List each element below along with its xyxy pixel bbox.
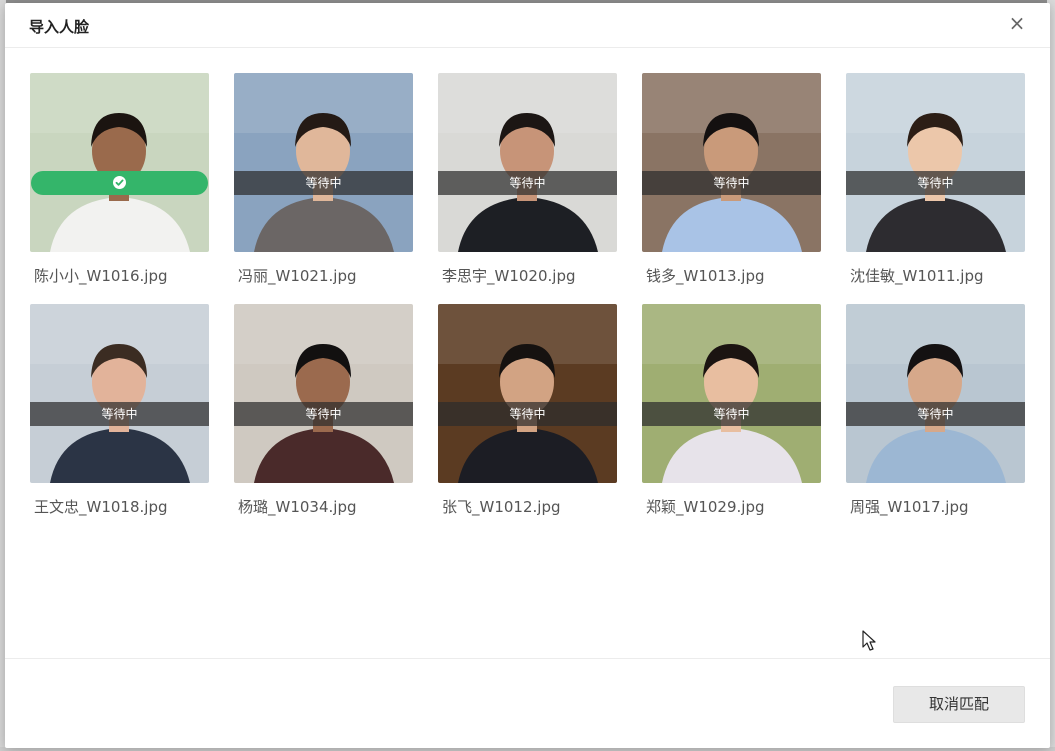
photo-card[interactable]: 等待中周强_W1017.jpg — [846, 304, 1025, 519]
face-photo — [438, 304, 617, 483]
face-photo — [438, 73, 617, 252]
face-photo — [642, 304, 821, 483]
photo-filename: 李思宇_W1020.jpg — [442, 267, 576, 285]
photo-card[interactable]: 等待中钱多_W1013.jpg — [642, 73, 821, 288]
face-photo — [30, 304, 209, 483]
dialog-title: 导入人脸 — [29, 18, 90, 36]
status-badge: 等待中 — [234, 402, 413, 426]
status-badge: 等待中 — [846, 171, 1025, 195]
photo-card[interactable]: 等待中杨璐_W1034.jpg — [234, 304, 413, 519]
photo-card[interactable]: 等待中张飞_W1012.jpg — [438, 304, 617, 519]
status-badge: 等待中 — [642, 402, 821, 426]
photo-filename: 王文忠_W1018.jpg — [34, 498, 168, 516]
photo-filename: 张飞_W1012.jpg — [442, 498, 561, 516]
face-photo — [30, 73, 209, 252]
face-photo — [642, 73, 821, 252]
photo-card[interactable]: 陈小小_W1016.jpg — [30, 73, 209, 288]
import-faces-dialog: 导入人脸 × 陈小小_W1016.jpg 等待中 冯丽_W1021.jpg 等待中 李思… — [5, 3, 1050, 748]
status-badge-done — [31, 171, 208, 195]
close-icon[interactable]: × — [1006, 12, 1028, 34]
status-badge: 等待中 — [438, 402, 617, 426]
photo-filename: 冯丽_W1021.jpg — [238, 267, 357, 285]
face-photo — [234, 304, 413, 483]
photo-card[interactable]: 等待中沈佳敏_W1011.jpg — [846, 73, 1025, 288]
status-badge: 等待中 — [642, 171, 821, 195]
photo-card[interactable]: 等待中王文忠_W1018.jpg — [30, 304, 209, 519]
check-icon — [113, 176, 126, 189]
dialog-header: 导入人脸 × — [5, 3, 1050, 48]
photo-filename: 周强_W1017.jpg — [850, 498, 969, 516]
photo-filename: 杨璐_W1034.jpg — [238, 498, 357, 516]
face-photo — [846, 304, 1025, 483]
photo-filename: 郑颖_W1029.jpg — [646, 498, 765, 516]
photo-filename: 沈佳敏_W1011.jpg — [850, 267, 984, 285]
photo-card[interactable]: 等待中郑颖_W1029.jpg — [642, 304, 821, 519]
cancel-match-button[interactable]: 取消匹配 — [893, 686, 1025, 723]
status-badge: 等待中 — [30, 402, 209, 426]
status-badge: 等待中 — [846, 402, 1025, 426]
photo-filename: 钱多_W1013.jpg — [646, 267, 765, 285]
status-badge: 等待中 — [438, 171, 617, 195]
mouse-cursor-icon — [862, 630, 876, 651]
status-badge: 等待中 — [234, 171, 413, 195]
face-photo — [846, 73, 1025, 252]
face-photo — [234, 73, 413, 252]
photo-card[interactable]: 等待中李思宇_W1020.jpg — [438, 73, 617, 288]
dialog-footer: 取消匹配 — [5, 658, 1050, 749]
photo-filename: 陈小小_W1016.jpg — [34, 267, 168, 285]
photo-card[interactable]: 等待中冯丽_W1021.jpg — [234, 73, 413, 288]
